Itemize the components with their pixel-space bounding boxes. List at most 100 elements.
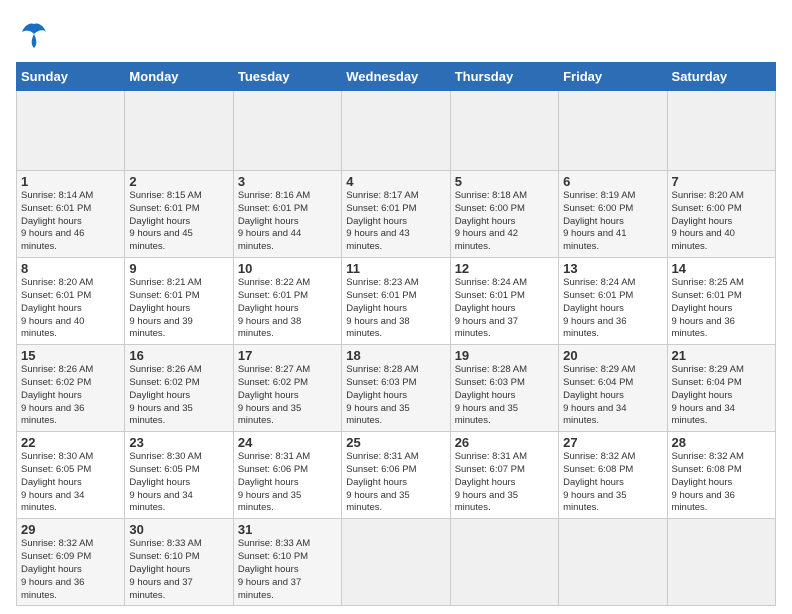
day-number: 22 [21, 435, 120, 450]
calendar-cell: 27 Sunrise: 8:32 AMSunset: 6:08 PMDaylig… [559, 432, 667, 519]
calendar-cell: 25 Sunrise: 8:31 AMSunset: 6:06 PMDaylig… [342, 432, 450, 519]
calendar-cell: 28 Sunrise: 8:32 AMSunset: 6:08 PMDaylig… [667, 432, 775, 519]
day-number: 23 [129, 435, 228, 450]
day-info: Sunrise: 8:25 AMSunset: 6:01 PMDaylight … [672, 277, 744, 339]
calendar-cell: 17 Sunrise: 8:27 AMSunset: 6:02 PMDaylig… [233, 345, 341, 432]
page: SundayMondayTuesdayWednesdayThursdayFrid… [0, 0, 792, 614]
calendar-cell: 2 Sunrise: 8:15 AMSunset: 6:01 PMDayligh… [125, 171, 233, 258]
calendar-cell [559, 91, 667, 171]
day-number: 16 [129, 348, 228, 363]
calendar-cell [450, 91, 558, 171]
calendar-cell: 22 Sunrise: 8:30 AMSunset: 6:05 PMDaylig… [17, 432, 125, 519]
calendar-table: SundayMondayTuesdayWednesdayThursdayFrid… [16, 62, 776, 606]
day-number: 31 [238, 522, 337, 537]
day-info: Sunrise: 8:33 AMSunset: 6:10 PMDaylight … [238, 538, 310, 600]
day-number: 24 [238, 435, 337, 450]
day-number: 20 [563, 348, 662, 363]
calendar-cell [233, 91, 341, 171]
day-info: Sunrise: 8:14 AMSunset: 6:01 PMDaylight … [21, 190, 93, 252]
day-info: Sunrise: 8:33 AMSunset: 6:10 PMDaylight … [129, 538, 201, 600]
calendar-cell: 5 Sunrise: 8:18 AMSunset: 6:00 PMDayligh… [450, 171, 558, 258]
day-info: Sunrise: 8:19 AMSunset: 6:00 PMDaylight … [563, 190, 635, 252]
day-info: Sunrise: 8:30 AMSunset: 6:05 PMDaylight … [21, 451, 93, 513]
day-info: Sunrise: 8:28 AMSunset: 6:03 PMDaylight … [346, 364, 418, 426]
calendar-cell: 3 Sunrise: 8:16 AMSunset: 6:01 PMDayligh… [233, 171, 341, 258]
calendar-cell: 19 Sunrise: 8:28 AMSunset: 6:03 PMDaylig… [450, 345, 558, 432]
calendar-cell: 12 Sunrise: 8:24 AMSunset: 6:01 PMDaylig… [450, 258, 558, 345]
day-number: 30 [129, 522, 228, 537]
day-number: 12 [455, 261, 554, 276]
calendar-day-header: Monday [125, 63, 233, 91]
calendar-day-header: Thursday [450, 63, 558, 91]
calendar-cell: 16 Sunrise: 8:26 AMSunset: 6:02 PMDaylig… [125, 345, 233, 432]
day-number: 1 [21, 174, 120, 189]
calendar-week-row [17, 91, 776, 171]
day-info: Sunrise: 8:23 AMSunset: 6:01 PMDaylight … [346, 277, 418, 339]
day-info: Sunrise: 8:29 AMSunset: 6:04 PMDaylight … [672, 364, 744, 426]
calendar-day-header: Tuesday [233, 63, 341, 91]
day-info: Sunrise: 8:26 AMSunset: 6:02 PMDaylight … [129, 364, 201, 426]
calendar-week-row: 1 Sunrise: 8:14 AMSunset: 6:01 PMDayligh… [17, 171, 776, 258]
calendar-cell: 6 Sunrise: 8:19 AMSunset: 6:00 PMDayligh… [559, 171, 667, 258]
day-number: 8 [21, 261, 120, 276]
calendar-cell: 29 Sunrise: 8:32 AMSunset: 6:09 PMDaylig… [17, 519, 125, 606]
day-info: Sunrise: 8:28 AMSunset: 6:03 PMDaylight … [455, 364, 527, 426]
calendar-cell: 8 Sunrise: 8:20 AMSunset: 6:01 PMDayligh… [17, 258, 125, 345]
calendar-day-header: Saturday [667, 63, 775, 91]
day-info: Sunrise: 8:17 AMSunset: 6:01 PMDaylight … [346, 190, 418, 252]
day-number: 26 [455, 435, 554, 450]
day-info: Sunrise: 8:27 AMSunset: 6:02 PMDaylight … [238, 364, 310, 426]
calendar-cell [342, 519, 450, 606]
calendar-cell: 14 Sunrise: 8:25 AMSunset: 6:01 PMDaylig… [667, 258, 775, 345]
day-info: Sunrise: 8:20 AMSunset: 6:01 PMDaylight … [21, 277, 93, 339]
day-number: 17 [238, 348, 337, 363]
day-number: 9 [129, 261, 228, 276]
day-info: Sunrise: 8:16 AMSunset: 6:01 PMDaylight … [238, 190, 310, 252]
day-number: 13 [563, 261, 662, 276]
calendar-cell [450, 519, 558, 606]
calendar-cell: 26 Sunrise: 8:31 AMSunset: 6:07 PMDaylig… [450, 432, 558, 519]
calendar-cell [17, 91, 125, 171]
day-number: 27 [563, 435, 662, 450]
day-number: 11 [346, 261, 445, 276]
calendar-week-row: 15 Sunrise: 8:26 AMSunset: 6:02 PMDaylig… [17, 345, 776, 432]
calendar-cell: 4 Sunrise: 8:17 AMSunset: 6:01 PMDayligh… [342, 171, 450, 258]
calendar-cell [667, 519, 775, 606]
header [16, 16, 776, 52]
day-info: Sunrise: 8:22 AMSunset: 6:01 PMDaylight … [238, 277, 310, 339]
day-number: 21 [672, 348, 771, 363]
calendar-day-header: Wednesday [342, 63, 450, 91]
calendar-cell: 23 Sunrise: 8:30 AMSunset: 6:05 PMDaylig… [125, 432, 233, 519]
calendar-cell: 30 Sunrise: 8:33 AMSunset: 6:10 PMDaylig… [125, 519, 233, 606]
day-info: Sunrise: 8:30 AMSunset: 6:05 PMDaylight … [129, 451, 201, 513]
calendar-cell [559, 519, 667, 606]
calendar-cell: 13 Sunrise: 8:24 AMSunset: 6:01 PMDaylig… [559, 258, 667, 345]
calendar-cell: 18 Sunrise: 8:28 AMSunset: 6:03 PMDaylig… [342, 345, 450, 432]
calendar-cell: 21 Sunrise: 8:29 AMSunset: 6:04 PMDaylig… [667, 345, 775, 432]
calendar-header-row: SundayMondayTuesdayWednesdayThursdayFrid… [17, 63, 776, 91]
day-number: 15 [21, 348, 120, 363]
logo [16, 16, 56, 52]
day-info: Sunrise: 8:32 AMSunset: 6:09 PMDaylight … [21, 538, 93, 600]
calendar-cell: 11 Sunrise: 8:23 AMSunset: 6:01 PMDaylig… [342, 258, 450, 345]
calendar-cell [342, 91, 450, 171]
calendar-cell [125, 91, 233, 171]
day-number: 6 [563, 174, 662, 189]
day-info: Sunrise: 8:24 AMSunset: 6:01 PMDaylight … [455, 277, 527, 339]
day-number: 4 [346, 174, 445, 189]
day-number: 5 [455, 174, 554, 189]
calendar-cell: 20 Sunrise: 8:29 AMSunset: 6:04 PMDaylig… [559, 345, 667, 432]
day-number: 3 [238, 174, 337, 189]
calendar-day-header: Sunday [17, 63, 125, 91]
calendar-week-row: 8 Sunrise: 8:20 AMSunset: 6:01 PMDayligh… [17, 258, 776, 345]
calendar-week-row: 22 Sunrise: 8:30 AMSunset: 6:05 PMDaylig… [17, 432, 776, 519]
calendar-day-header: Friday [559, 63, 667, 91]
day-number: 25 [346, 435, 445, 450]
day-info: Sunrise: 8:31 AMSunset: 6:07 PMDaylight … [455, 451, 527, 513]
calendar-cell: 31 Sunrise: 8:33 AMSunset: 6:10 PMDaylig… [233, 519, 341, 606]
day-info: Sunrise: 8:18 AMSunset: 6:00 PMDaylight … [455, 190, 527, 252]
day-info: Sunrise: 8:31 AMSunset: 6:06 PMDaylight … [238, 451, 310, 513]
day-number: 10 [238, 261, 337, 276]
day-number: 18 [346, 348, 445, 363]
day-info: Sunrise: 8:20 AMSunset: 6:00 PMDaylight … [672, 190, 744, 252]
